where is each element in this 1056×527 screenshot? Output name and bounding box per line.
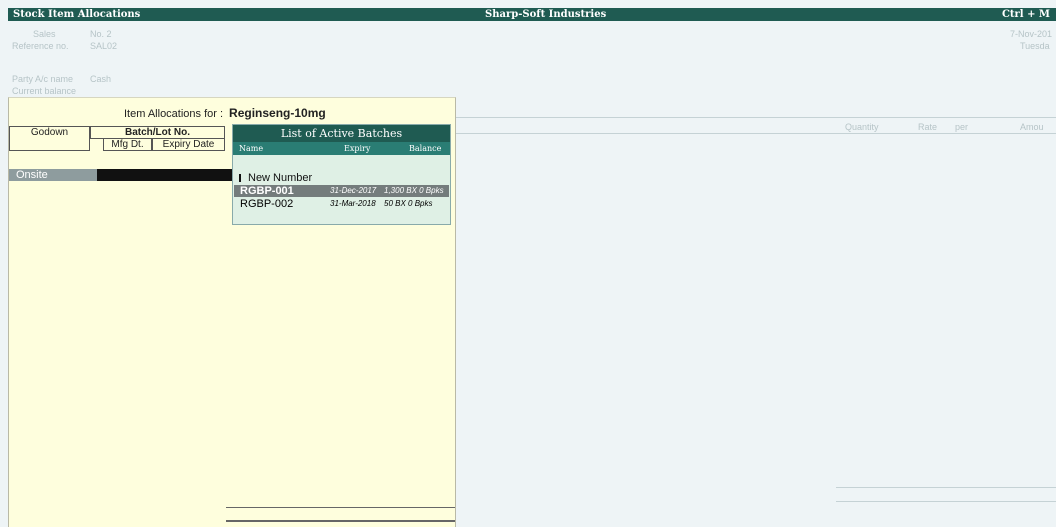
new-number-option[interactable]: New Number — [239, 172, 312, 184]
new-number-label: New Number — [248, 172, 313, 184]
batches-column-header: Name Expiry Balance — [233, 142, 450, 155]
column-quantity: Quantity — [845, 122, 879, 132]
mfg-date-header: Mfg Dt. — [103, 138, 152, 151]
expiry-date-header: Expiry Date — [152, 138, 225, 151]
allocation-total-line-2 — [226, 520, 455, 522]
voucher-type: Sales — [33, 29, 56, 39]
allocation-label: Item Allocations for : — [124, 108, 224, 120]
batch-name: RGBP-002 — [240, 198, 294, 210]
list-marker-icon — [239, 174, 241, 183]
column-name: Name — [239, 144, 264, 153]
table-header-divider — [454, 133, 1056, 134]
allocation-heading: Item Allocations for : Reginseng-10mg — [124, 106, 326, 120]
batch-row-rgbp-002[interactable]: RGBP-002 31-Mar-2018 50 BX 0 Bpks — [234, 198, 449, 210]
voucher-number: No. 2 — [90, 29, 112, 39]
party-label: Party A/c name — [12, 74, 74, 84]
column-balance: Balance — [409, 144, 442, 153]
current-balance-label: Current balance — [12, 86, 77, 96]
title-bar: Stock Item Allocations Sharp-Soft Indust… — [8, 8, 1056, 21]
godown-header: Godown — [9, 126, 90, 151]
company-name: Sharp-Soft Industries — [485, 9, 607, 20]
shortcut-hint[interactable]: Ctrl + M — [1002, 8, 1050, 21]
reference-value: SAL02 — [90, 41, 118, 51]
allocation-total-line — [226, 507, 455, 508]
party-value: Cash — [90, 74, 112, 84]
batch-expiry: 31-Dec-2017 — [330, 186, 377, 195]
batches-title: List of Active Batches — [233, 125, 450, 142]
column-expiry: Expiry — [344, 144, 371, 153]
active-batches-list: List of Active Batches Name Expiry Balan… — [232, 124, 451, 225]
item-name: Reginseng-10mg — [229, 106, 326, 120]
column-per: per — [955, 122, 969, 132]
godown-field[interactable]: Onsite — [9, 169, 97, 181]
reference-label: Reference no. — [12, 41, 69, 51]
batch-name: RGBP-001 — [240, 185, 294, 197]
table-top-divider — [454, 117, 1056, 118]
batch-balance: 1,300 BX 0 Bpks — [384, 186, 444, 195]
total-divider-2 — [836, 501, 1056, 502]
batch-row-rgbp-001[interactable]: RGBP-001 31-Dec-2017 1,300 BX 0 Bpks — [234, 185, 449, 197]
batch-balance: 50 BX 0 Bpks — [384, 199, 433, 208]
voucher-day: Tuesda — [1020, 41, 1050, 51]
batch-expiry: 31-Mar-2018 — [330, 199, 376, 208]
batch-input-field[interactable] — [97, 169, 234, 181]
window-title: Stock Item Allocations — [13, 9, 141, 20]
column-rate: Rate — [918, 122, 938, 132]
column-amount: Amou — [1020, 122, 1044, 132]
voucher-date: 7-Nov-201 — [1010, 29, 1053, 39]
total-divider — [836, 487, 1056, 488]
